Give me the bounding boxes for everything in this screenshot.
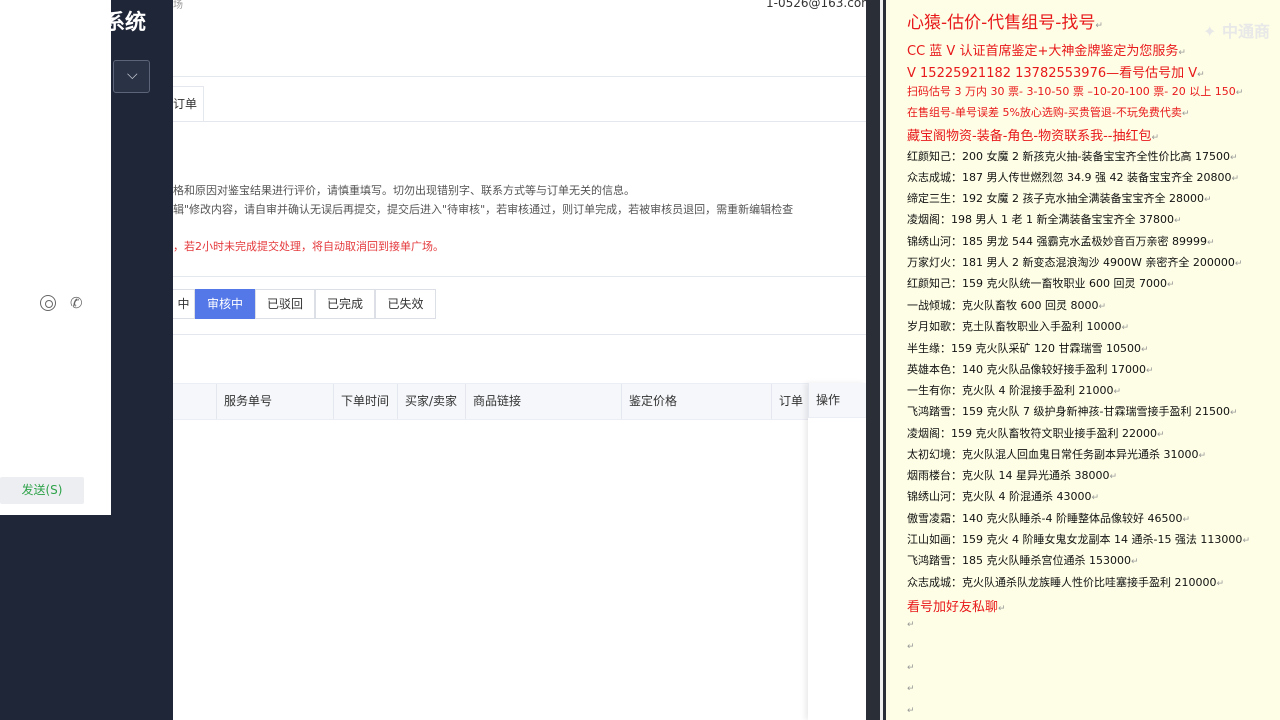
notes-line: 万家灯火：181 男人 2 新变态混浪淘沙 4900W 亲密齐全 200000↵ [907,256,1243,269]
notes-line: 众志成城：克火队通杀队龙族睡人性价比哇塞接手盈利 210000↵ [907,576,1225,589]
main-content [173,0,866,720]
paragraph-mark: ↵ [1182,515,1190,525]
notes-document: ✦ 中通商 心猿-估价-代售组号-找号↵ CC 蓝 V 认证首席鉴定+大神金牌鉴… [886,0,1280,720]
notes-line: 扫码估号 3 万内 30 票- 3-10-50 票 –10-20-100 票- … [907,85,1244,98]
paragraph-mark: ↵ [1242,536,1250,546]
notes-line: 看号加好友私聊↵ [907,600,1006,615]
notes-line: 半生缘：159 克火队采矿 120 甘霖瑞雪 10500↵ [907,342,1149,355]
paragraph-mark: ↵ [1198,451,1207,461]
notes-line: 太初幻境：克火队混人回血鬼日常任务副本异光通杀 31000↵ [907,448,1207,461]
paragraph-mark: ↵ [1216,579,1225,589]
paragraph-mark: ↵ [1145,366,1154,376]
notes-line: 红颜知己：200 女魔 2 新孩克火抽-装备宝宝齐全性价比高 17500↵ [907,150,1238,163]
paragraph-mark: ↵ [1206,238,1215,248]
paragraph-mark: ↵ [907,642,915,652]
notes-line: 红颜知己：159 克火队统一畜牧职业 600 回灵 7000↵ [907,277,1175,290]
notes-line: 众志成城：187 男人传世燃烈忽 34.9 强 42 装备宝宝齐全 20800↵ [907,171,1240,184]
notes-line: 江山如画：159 克火 4 阶睡女鬼女龙副本 14 通杀-15 强法 11300… [907,533,1250,546]
column-header-action: 操作 [808,383,866,418]
paragraph-mark: ↵ [1098,302,1107,312]
column-header: 鉴定价格 [621,384,771,419]
notes-title: 心猿-估价-代售组号-找号↵ [907,13,1103,33]
divider [173,276,866,277]
tab-status-invalid[interactable]: 已失效 [375,289,436,319]
notes-line: 飞鸿踏雪：159 克火队 7 级护身新神孩-甘霖瑞雪接手盈利 21500↵ [907,405,1238,418]
paragraph-mark: ↵ [1130,557,1139,567]
divider [173,76,866,77]
paragraph-mark: ↵ [1121,323,1130,333]
notice-line-warning: ，若2小时未完成提交处理，将自动取消回到接单广场。 [173,240,444,253]
paragraph-mark: ↵ [1197,70,1205,80]
column-header: 买家/卖家 [397,384,465,419]
top-hint-text: 场 [173,0,183,11]
notes-line: 锦绣山河：克火队 4 阶混通杀 43000↵ [907,490,1100,503]
paragraph-mark: ↵ [907,684,915,694]
paragraph-mark: ↵ [1113,387,1122,397]
paragraph-mark: ↵ [1235,88,1244,98]
role-select[interactable]: ⌵ [113,60,150,93]
paragraph-mark: ↵ [1229,408,1238,418]
paragraph-mark: ↵ [1234,259,1243,269]
tab-status-pending[interactable]: 中 [173,289,195,319]
paragraph-mark: ↵ [1181,109,1190,119]
action-column: 操作 [808,383,866,720]
notes-line: V 15225921182 13782553976—看号估号加 V↵ [907,66,1205,81]
notes-line: 英雄本色：140 克火队品像较好接手盈利 17000↵ [907,363,1154,376]
send-button[interactable]: 发送(S) [0,477,84,504]
column-header: 订单 [771,384,808,419]
notes-line: CC 蓝 V 认证首席鉴定+大神金牌鉴定为您服务↵ [907,44,1186,59]
notes-line: 烟雨楼台：克火队 14 星异光通杀 38000↵ [907,469,1118,482]
notes-line: 在售组号-单号误差 5%放心选购-买贵管退-不玩免费代卖↵ [907,106,1190,119]
tab-order[interactable]: 订单 [173,86,204,121]
notice-line: 格和原因对鉴宝结果进行评价，请慎重填写。切勿出现错别字、联系方式等与订单无关的信… [173,184,635,197]
paragraph-mark: ↵ [1178,48,1186,58]
column-header: 服务单号 [216,384,333,419]
paragraph-mark: ↵ [1140,345,1149,355]
tab-status-rejected[interactable]: 已驳回 [255,289,315,319]
user-email: 1-0526@163.com [766,0,873,10]
paragraph-mark: ↵ [907,663,915,673]
divider [173,121,866,122]
window-divider [866,0,886,720]
paragraph-mark: ↵ [1166,280,1175,290]
chat-panel [0,0,111,515]
tab-status-reviewing[interactable]: 审核中 [195,289,255,319]
paragraph-mark: ↵ [998,604,1006,614]
paragraph-mark: ↵ [1151,133,1160,143]
paragraph-mark: ↵ [1109,472,1118,482]
notes-line: 飞鸿踏雪：185 克火队睡杀宫位通杀 153000↵ [907,554,1139,567]
target-icon[interactable] [40,295,56,311]
notice-line: 辑"修改内容，请自审并确认无误后再提交，提交后进入"待审核"，若审核通过，则订单… [173,203,794,216]
paragraph-mark: ↵ [1203,195,1212,205]
notes-line: 一战倾城：克火队畜牧 600 回灵 8000↵ [907,299,1107,312]
notes-line: 一生有你：克火队 4 阶混接手盈利 21000↵ [907,384,1122,397]
paragraph-mark: ↵ [1231,174,1240,184]
divider [173,334,866,335]
table-header: 服务单号 下单时间 买家/卖家 商品链接 鉴定价格 订单 [173,383,866,420]
phone-icon[interactable]: ✆ [70,294,83,312]
paragraph-mark: ↵ [1229,153,1238,163]
paragraph-mark: ↵ [1156,430,1165,440]
paragraph-mark: ↵ [1091,493,1100,503]
window-divider-line [880,0,883,720]
notes-line: 藏宝阁物资-装备-角色-物资联系我--抽红包↵ [907,129,1160,144]
watermark-logo: ✦ 中通商 [1203,22,1270,41]
notes-line: 锦绣山河：185 男龙 544 强霸克水孟极妙音百万亲密 89999↵ [907,235,1215,248]
notes-line: 凌烟阁：159 克火队畜牧符文职业接手盈利 22000↵ [907,427,1165,440]
paragraph-mark: ↵ [907,620,915,630]
notes-line: 缔定三生：192 女魔 2 孩子克水抽全满装备宝宝齐全 28000↵ [907,192,1212,205]
notes-line: 岁月如歌：克土队畜牧职业入手盈利 10000↵ [907,320,1130,333]
column-header: 下单时间 [333,384,397,419]
paragraph-mark: ↵ [1173,216,1182,226]
paragraph-mark: ↵ [907,706,915,716]
column-header: 商品链接 [465,384,621,419]
notes-line: 傲雪凌霜：140 克火队睡杀-4 阶睡整体品像较好 46500↵ [907,512,1190,525]
chevron-down-icon: ⌵ [127,67,138,83]
tab-status-completed[interactable]: 已完成 [315,289,375,319]
notes-line: 凌烟阁：198 男人 1 老 1 新全满装备宝宝齐全 37800↵ [907,213,1182,226]
paragraph-mark: ↵ [1095,21,1103,31]
